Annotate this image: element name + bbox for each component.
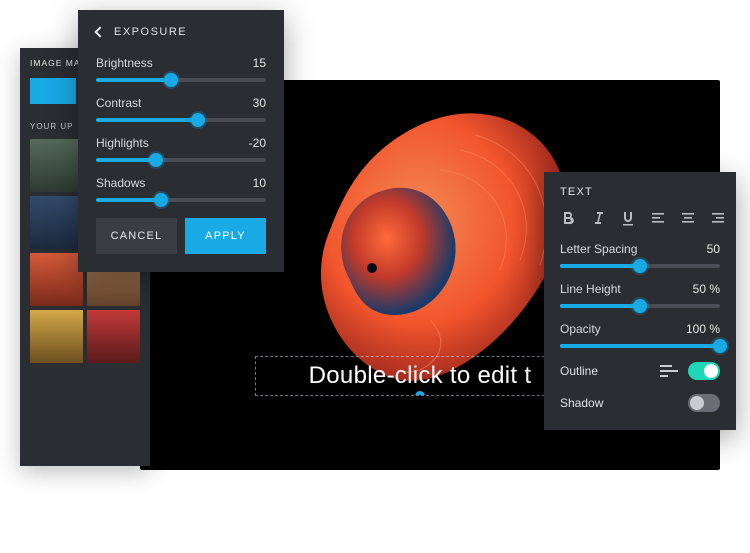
align-left-icon[interactable] <box>650 210 666 226</box>
line-height-track[interactable] <box>560 304 720 308</box>
line-height-slider: Line Height 50 % <box>560 282 720 308</box>
shadows-label: Shadows <box>96 176 145 190</box>
shadows-track[interactable] <box>96 198 266 202</box>
text-format-tools <box>560 210 720 226</box>
shadow-label: Shadow <box>560 396 603 410</box>
thumbnail[interactable] <box>30 310 83 363</box>
exposure-panel: EXPOSURE Brightness 15 Contrast 30 Highl… <box>78 10 284 272</box>
align-center-icon[interactable] <box>680 210 696 226</box>
letter-spacing-track[interactable] <box>560 264 720 268</box>
slider-knob[interactable] <box>164 73 178 87</box>
opacity-label: Opacity <box>560 322 601 336</box>
opacity-slider: Opacity 100 % <box>560 322 720 348</box>
text-panel: TEXT Letter Spacing 50 Line Height 50 % … <box>544 172 736 430</box>
underline-icon[interactable] <box>620 210 636 226</box>
shadows-slider: Shadows 10 <box>96 176 266 202</box>
outline-settings-icon[interactable] <box>660 370 678 372</box>
apply-button[interactable]: APPLY <box>185 218 266 254</box>
opacity-track[interactable] <box>560 344 720 348</box>
line-height-value: 50 % <box>693 282 720 296</box>
exposure-sliders: Brightness 15 Contrast 30 Highlights -20 <box>96 56 266 202</box>
contrast-slider: Contrast 30 <box>96 96 266 122</box>
shadows-value: 10 <box>253 176 266 190</box>
contrast-label: Contrast <box>96 96 141 110</box>
cancel-button[interactable]: CANCEL <box>96 218 177 254</box>
slider-knob[interactable] <box>191 113 205 127</box>
brightness-slider: Brightness 15 <box>96 56 266 82</box>
slider-knob[interactable] <box>154 193 168 207</box>
thumbnail[interactable] <box>87 310 140 363</box>
sidebar-active-tab[interactable] <box>30 78 76 104</box>
align-right-icon[interactable] <box>710 210 726 226</box>
highlights-value: -20 <box>249 136 266 150</box>
italic-icon[interactable] <box>590 210 606 226</box>
line-height-label: Line Height <box>560 282 621 296</box>
text-placeholder: Double-click to edit t <box>309 362 532 390</box>
slider-knob[interactable] <box>713 339 727 353</box>
letter-spacing-label: Letter Spacing <box>560 242 637 256</box>
outline-toggle[interactable] <box>688 362 720 380</box>
thumbnail[interactable] <box>30 196 83 249</box>
slider-knob[interactable] <box>633 259 647 273</box>
letter-spacing-value: 50 <box>707 242 720 256</box>
highlights-label: Highlights <box>96 136 149 150</box>
text-edit-frame[interactable]: Double-click to edit t <box>255 356 585 396</box>
brightness-value: 15 <box>253 56 266 70</box>
slider-knob[interactable] <box>633 299 647 313</box>
shadow-toggle[interactable] <box>688 394 720 412</box>
text-panel-title: TEXT <box>560 186 720 198</box>
letter-spacing-slider: Letter Spacing 50 <box>560 242 720 268</box>
brightness-track[interactable] <box>96 78 266 82</box>
thumbnail[interactable] <box>30 139 83 192</box>
slider-knob[interactable] <box>149 153 163 167</box>
bold-icon[interactable] <box>560 210 576 226</box>
opacity-value: 100 % <box>686 322 720 336</box>
contrast-value: 30 <box>253 96 266 110</box>
thumbnail[interactable] <box>30 253 83 306</box>
highlights-slider: Highlights -20 <box>96 136 266 162</box>
text-resize-handle-bottom[interactable] <box>415 391 425 396</box>
back-chevron-icon[interactable] <box>94 26 105 37</box>
exposure-title: EXPOSURE <box>114 26 187 38</box>
outline-label: Outline <box>560 364 598 378</box>
brightness-label: Brightness <box>96 56 153 70</box>
contrast-track[interactable] <box>96 118 266 122</box>
highlights-track[interactable] <box>96 158 266 162</box>
